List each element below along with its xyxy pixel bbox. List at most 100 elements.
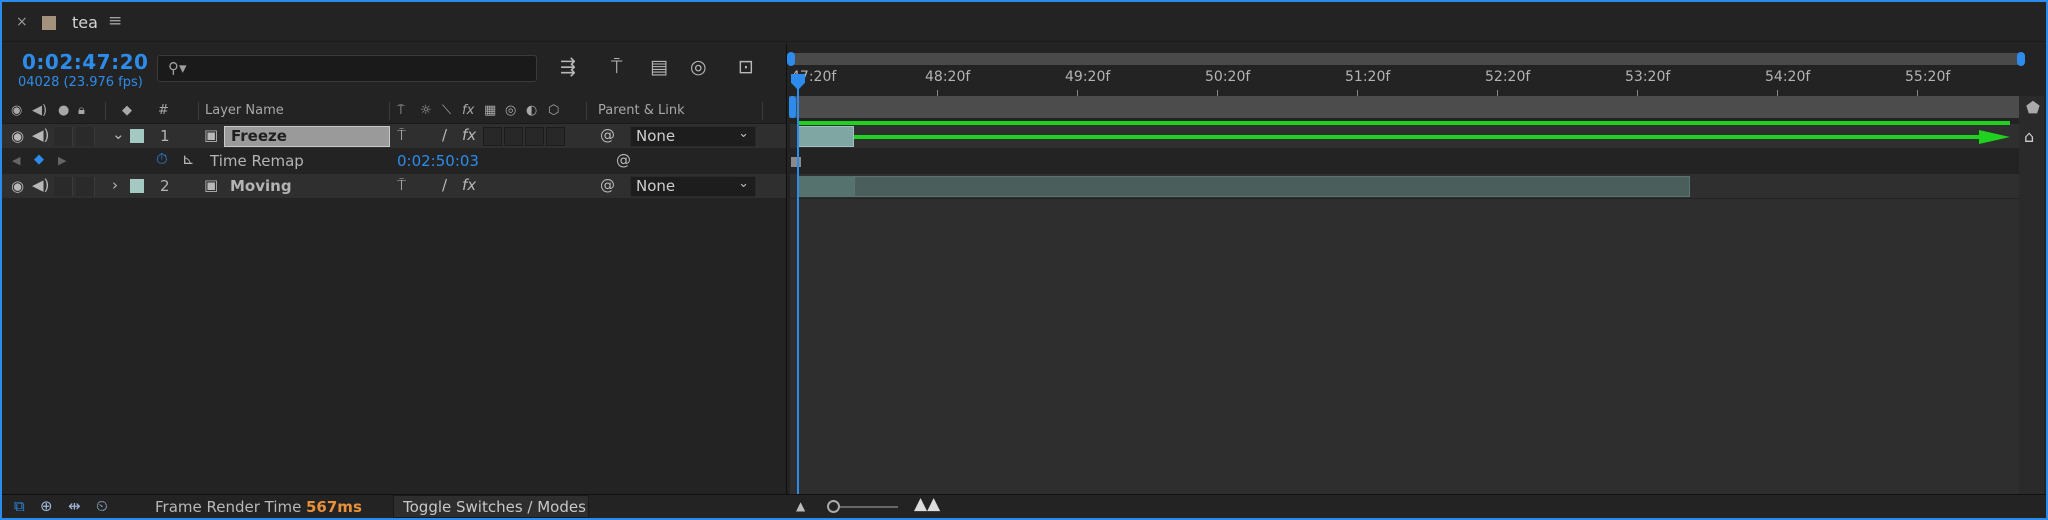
adjustment-switch[interactable] (525, 127, 544, 146)
frame-blending-icon[interactable]: ▤ (650, 56, 668, 78)
current-time-display[interactable]: 0:02:47:20 (22, 50, 148, 74)
timeline-footer: ⧉ ⊕ ⇹ ⏲︎ Frame Render Time 567ms Toggle … (2, 494, 2046, 518)
parent-pickwhip-icon[interactable]: @ (600, 126, 615, 144)
motion-blur-switch[interactable] (504, 127, 523, 146)
zoom-in-icon[interactable]: ▲▲ (914, 494, 940, 514)
layer-row[interactable]: ◉ ◀) › 2 ▣ Moving ⍑ / fx @ None ⌄ (2, 174, 787, 198)
time-stretch-arrow (854, 130, 2010, 144)
chevron-down-icon: ⌄ (738, 176, 749, 191)
draft-3d-icon[interactable]: ⍑ (611, 56, 622, 78)
in-out-stretch-toggle-icon[interactable]: ⇹ (68, 497, 81, 515)
collapse-chevron-down-icon[interactable]: ⌄ (112, 125, 125, 143)
ruler-label: 48:20f (925, 69, 971, 85)
layer-name-field[interactable]: Freeze (224, 126, 390, 147)
effects-switch-header[interactable]: fx (462, 103, 474, 118)
visibility-eye-icon[interactable]: ◉ (11, 177, 24, 195)
motion-blur-icon[interactable]: ◎ (690, 56, 707, 78)
frame-blend-switch-header-icon[interactable]: ▦ (484, 103, 496, 118)
layer-label-color[interactable] (130, 179, 144, 193)
quality-switch-header-icon[interactable]: ⟍ (442, 103, 451, 118)
lock-header-icon[interactable]: 🔒︎ (78, 103, 85, 118)
comp-tab-title[interactable]: tea (72, 13, 98, 32)
time-remap-value[interactable]: 0:02:50:03 (397, 152, 479, 170)
layer-row[interactable]: ◉ ◀) ⌄ 1 ▣ Freeze ⍑ / fx @ None ⌄ (2, 124, 787, 148)
collapse-switch-header-icon[interactable]: ☼ (420, 103, 432, 118)
layer-duration-bar-moving[interactable] (854, 176, 1690, 197)
toggle-switches-modes-button[interactable]: Toggle Switches / Modes (393, 495, 589, 518)
effects-switch[interactable]: fx (462, 126, 476, 144)
layer-duration-bar-freeze[interactable] (798, 126, 854, 147)
chevron-down-icon: ⌄ (738, 126, 749, 141)
layer-name[interactable]: Moving (230, 177, 292, 195)
add-keyframe-icon[interactable]: ◆ (34, 152, 44, 167)
next-keyframe-icon[interactable]: ▶ (58, 154, 66, 167)
audio-icon[interactable]: ◀) (32, 126, 49, 144)
expand-chevron-right-icon[interactable]: › (112, 176, 118, 194)
parent-dropdown[interactable]: None ⌄ (630, 126, 756, 147)
visibility-eye-icon[interactable]: ◉ (11, 127, 24, 145)
layer-duration-bar-moving-start[interactable] (798, 176, 854, 197)
transfer-controls-toggle-icon[interactable]: ⊕ (40, 497, 53, 515)
previous-keyframe-icon[interactable]: ◀ (12, 154, 20, 167)
3d-layer-switch-header-icon[interactable]: ⬡ (548, 103, 559, 118)
render-time-toggle-icon[interactable]: ⏲︎ (96, 497, 108, 515)
frame-count-fps: 04028 (23.976 fps) (18, 75, 143, 90)
3d-layer-switch[interactable] (546, 127, 565, 146)
parent-pickwhip-icon[interactable]: @ (600, 176, 615, 194)
time-remap-keyframe[interactable] (791, 157, 801, 167)
comp-marker-bin-icon[interactable]: ⬟ (2026, 98, 2040, 117)
audio-header-icon[interactable]: ◀) (32, 103, 47, 118)
property-track[interactable] (790, 149, 2019, 173)
label-header-icon[interactable]: ◆ (122, 103, 132, 118)
time-remap-property-row[interactable]: ◀ ◆ ▶ ⏱︎ ⊾ Time Remap 0:02:50:03 @ (2, 149, 787, 173)
shy-switch-icon[interactable]: ⍑ (397, 126, 406, 144)
parent-dropdown[interactable]: None ⌄ (630, 176, 756, 197)
zoom-slider-knob[interactable] (827, 500, 840, 513)
audio-icon[interactable]: ◀) (32, 176, 49, 194)
layer-switches-toggle-icon[interactable]: ⧉ (14, 497, 25, 515)
close-tab-icon[interactable]: × (16, 14, 28, 30)
ruler-label: 53:20f (1625, 69, 1671, 85)
shy-switch-icon[interactable]: ⍑ (397, 176, 406, 194)
layer-name-header[interactable]: Layer Name (205, 103, 284, 118)
comp-color-swatch (42, 16, 56, 30)
effects-switch[interactable]: fx (462, 176, 476, 194)
expression-pickwhip-icon[interactable]: @ (616, 151, 631, 169)
panel-menu-icon[interactable]: ≡ (108, 11, 122, 31)
quality-switch-icon[interactable]: / (442, 176, 447, 194)
work-area-start-handle[interactable] (789, 96, 796, 118)
layer-number-header[interactable]: # (158, 103, 169, 118)
frame-blend-switch[interactable] (483, 127, 502, 146)
layer-label-color[interactable] (130, 129, 144, 143)
video-visibility-header-icon[interactable]: ◉ (11, 103, 22, 118)
composition-flowchart-icon[interactable]: ⇶ (560, 56, 576, 78)
work-area-bar[interactable] (789, 96, 2027, 118)
solo-toggle[interactable] (54, 127, 73, 146)
layer-number: 2 (160, 177, 170, 195)
layer-end-marker-icon[interactable]: ⌂ (2024, 127, 2034, 146)
search-icon: ⚲▾ (168, 59, 187, 77)
parent-link-header[interactable]: Parent & Link (598, 103, 685, 118)
stopwatch-icon[interactable]: ⏱︎ (156, 150, 168, 168)
shy-switch-header-icon[interactable]: ⍑ (397, 103, 405, 118)
solo-toggle[interactable] (54, 177, 73, 196)
lock-toggle[interactable] (76, 177, 95, 196)
timeline-empty-area[interactable] (790, 199, 2019, 494)
time-navigator[interactable] (787, 52, 2025, 66)
current-time-indicator[interactable] (797, 76, 799, 494)
motion-blur-switch-header-icon[interactable]: ◎ (505, 103, 516, 118)
solo-header-icon[interactable]: ● (58, 103, 69, 118)
graph-editor-icon[interactable]: ⊡ (738, 56, 754, 78)
layer-column-headers: ◉ ◀) ● 🔒︎ ◆ # Layer Name ⍑ ☼ ⟍ fx ▦ ◎ ◐ … (2, 98, 787, 124)
navigator-end-handle[interactable] (2017, 52, 2025, 66)
ruler-label: 50:20f (1205, 69, 1251, 85)
panel-tab-bar: × tea ≡ (2, 2, 2046, 42)
lock-toggle[interactable] (76, 127, 95, 146)
quality-switch-icon[interactable]: / (442, 126, 447, 144)
adjustment-switch-header-icon[interactable]: ◐ (526, 103, 537, 118)
graph-icon[interactable]: ⊾ (182, 150, 195, 168)
navigator-start-handle[interactable] (787, 52, 795, 66)
property-name: Time Remap (210, 152, 304, 170)
zoom-out-icon[interactable]: ▲ (796, 499, 805, 513)
layer-search-input[interactable]: ⚲▾ (157, 55, 537, 82)
